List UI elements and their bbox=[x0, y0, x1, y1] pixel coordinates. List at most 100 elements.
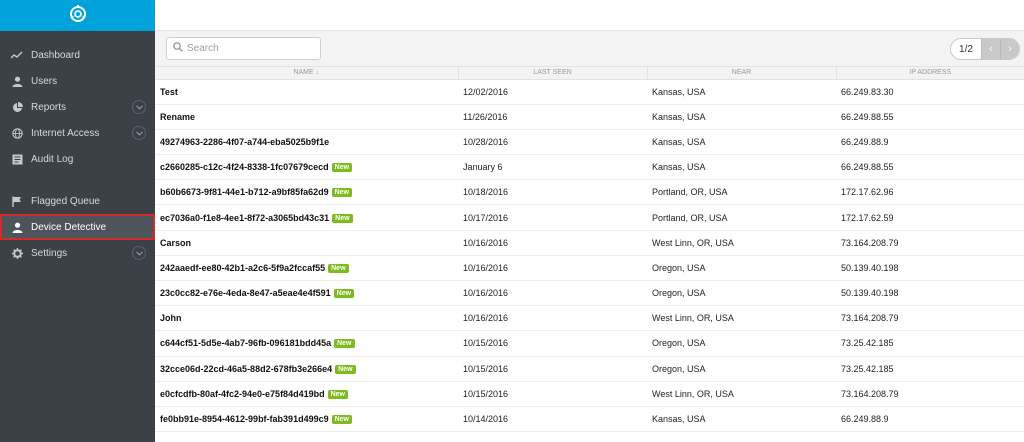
table-row[interactable]: e0cfcdfb-80af-4fc2-94e0-e75f84d419bd New 1… bbox=[155, 381, 1024, 407]
device-name[interactable]: John bbox=[160, 313, 182, 323]
device-name-cell[interactable]: e0cfcdfb-80af-4fc2-94e0-e75f84d419bd New bbox=[155, 381, 458, 407]
table-row[interactable]: fe0bb91e-8954-4612-99bf-fab391d499c9 New 1… bbox=[155, 406, 1024, 433]
last-seen-cell: 10/18/2016 bbox=[458, 179, 647, 206]
column-header-ip-address[interactable]: IP ADDRESS bbox=[836, 67, 1024, 80]
device-name-cell[interactable]: Test bbox=[155, 79, 458, 105]
table-row[interactable]: ec7036a0-f1e8-4ee1-8f72-a3065bd43c31 New 1… bbox=[155, 204, 1024, 231]
sidebar-item-flagged-queue[interactable]: Flagged Queue bbox=[0, 188, 155, 214]
device-name[interactable]: Rename bbox=[160, 112, 195, 122]
search-input[interactable] bbox=[187, 43, 312, 54]
new-badge: New bbox=[328, 263, 349, 273]
table-header-row: NAME ↓ LAST SEEN NEAR IP ADDRESS bbox=[155, 67, 1024, 80]
last-seen-cell: 10/16/2016 bbox=[458, 305, 647, 332]
ip-address-cell: 66.249.88.55 bbox=[836, 154, 1024, 181]
column-header-last-seen[interactable]: LAST SEEN bbox=[458, 67, 648, 80]
logo-bar bbox=[0, 0, 155, 31]
table-row[interactable]: Test 12/02/2016 Kansas, USA 66.249.83.30 bbox=[155, 79, 1024, 105]
table-row[interactable]: 242aaedf-ee80-42b1-a2c6-5f9a2fccaf55 New 1… bbox=[155, 255, 1024, 282]
near-cell: Oregon, USA bbox=[647, 280, 836, 307]
globe-icon bbox=[11, 127, 23, 139]
search-icon bbox=[173, 42, 183, 55]
near-cell: Kansas, USA bbox=[647, 104, 836, 130]
device-name[interactable]: 23c0cc82-e76e-4eda-8e47-a5eae4e4f591 bbox=[160, 288, 331, 298]
near-cell: Oregon, USA bbox=[647, 330, 836, 357]
table-row[interactable]: 49274963-2286-4f07-a744-eba5025b9f1e 10/2… bbox=[155, 129, 1024, 156]
sidebar-item-settings[interactable]: Settings bbox=[0, 240, 155, 266]
new-badge: New bbox=[333, 289, 355, 299]
near-cell: Kansas, USA bbox=[647, 79, 836, 105]
device-name-cell[interactable]: 23c0cc82-e76e-4eda-8e47-a5eae4e4f591 New bbox=[155, 280, 458, 307]
column-header-near[interactable]: NEAR bbox=[647, 67, 837, 80]
near-cell: Oregon, USA bbox=[647, 255, 836, 282]
table-row[interactable]: c2660285-c12c-4f24-8338-1fc07679cecd New J… bbox=[155, 154, 1024, 181]
device-name-cell[interactable]: John bbox=[155, 305, 458, 332]
ip-address-cell: 73.164.208.79 bbox=[836, 230, 1024, 256]
top-bar bbox=[155, 0, 1024, 31]
device-name[interactable]: 242aaedf-ee80-42b1-a2c6-5f9a2fccaf55 bbox=[160, 263, 325, 273]
chart-line-icon bbox=[11, 49, 23, 61]
device-name-cell[interactable]: Rename bbox=[155, 104, 458, 130]
sidebar-item-users[interactable]: Users bbox=[0, 68, 155, 94]
near-cell: Portland, OR, USA bbox=[647, 179, 836, 206]
table-row[interactable]: c644cf51-5d5e-4ab7-96fb-096181bdd45a New 1… bbox=[155, 330, 1024, 357]
near-cell: West Linn, OR, USA bbox=[647, 381, 836, 407]
last-seen-cell: 10/15/2016 bbox=[458, 330, 647, 357]
table-row[interactable]: 23c0cc82-e76e-4eda-8e47-a5eae4e4f591 New 1… bbox=[155, 280, 1024, 307]
chevron-down-icon[interactable] bbox=[132, 246, 146, 260]
device-name-cell[interactable]: Carson bbox=[155, 230, 458, 256]
device-name-cell[interactable]: 32cce06d-22cd-46a5-88d2-678fb3e266e4 New bbox=[155, 356, 458, 382]
device-name-cell[interactable]: c2660285-c12c-4f24-8338-1fc07679cecd New bbox=[155, 154, 458, 181]
last-seen-cell: January 6 bbox=[458, 154, 647, 181]
device-name-cell[interactable]: c644cf51-5d5e-4ab7-96fb-096181bdd45a New bbox=[155, 330, 458, 357]
table-row[interactable]: John 10/16/2016 West Linn, OR, USA 73.164.2… bbox=[155, 305, 1024, 332]
chevron-left-icon[interactable]: ‹ bbox=[981, 39, 1000, 59]
device-name-cell[interactable]: 49274963-2286-4f07-a744-eba5025b9f1e bbox=[155, 129, 458, 156]
chevron-right-icon[interactable]: › bbox=[1000, 39, 1019, 59]
device-name[interactable]: 32cce06d-22cd-46a5-88d2-678fb3e266e4 bbox=[160, 364, 332, 374]
device-name-cell[interactable]: 242aaedf-ee80-42b1-a2c6-5f9a2fccaf55 New bbox=[155, 255, 458, 282]
near-cell: Kansas, USA bbox=[647, 129, 836, 156]
column-header-name[interactable]: NAME ↓ bbox=[155, 67, 459, 80]
last-seen-cell: 10/14/2016 bbox=[458, 406, 647, 433]
ip-address-cell: 73.164.208.79 bbox=[836, 381, 1024, 407]
last-seen-cell: 10/16/2016 bbox=[458, 230, 647, 256]
device-name[interactable]: b60b6673-9f81-44e1-b712-a9bf85fa62d9 bbox=[160, 187, 329, 197]
sidebar-item-audit-log[interactable]: Audit Log bbox=[0, 146, 155, 172]
last-seen-cell: 10/16/2016 bbox=[458, 280, 647, 307]
table-row[interactable]: 32cce06d-22cd-46a5-88d2-678fb3e266e4 New 1… bbox=[155, 356, 1024, 382]
sidebar-item-reports[interactable]: Reports bbox=[0, 94, 155, 120]
sidebar-item-device-detective[interactable]: Device Detective bbox=[0, 214, 155, 240]
sidebar-nav: Dashboard Users Reports Internet Access bbox=[0, 42, 155, 266]
new-badge: New bbox=[331, 188, 353, 198]
device-name-cell[interactable]: b60b6673-9f81-44e1-b712-a9bf85fa62d9 New bbox=[155, 179, 458, 206]
device-name[interactable]: Test bbox=[160, 87, 178, 97]
device-name[interactable]: fe0bb91e-8954-4612-99bf-fab391d499c9 bbox=[160, 414, 329, 424]
device-name[interactable]: c644cf51-5d5e-4ab7-96fb-096181bdd45a bbox=[160, 338, 331, 348]
sidebar-item-label: Flagged Queue bbox=[31, 195, 100, 207]
device-name[interactable]: e0cfcdfb-80af-4fc2-94e0-e75f84d419bd bbox=[160, 389, 325, 399]
chevron-down-icon[interactable] bbox=[132, 100, 146, 114]
devices-table: NAME ↓ LAST SEEN NEAR IP ADDRESS Test 12/… bbox=[155, 67, 1024, 433]
device-name-cell[interactable]: ec7036a0-f1e8-4ee1-8f72-a3065bd43c31 New bbox=[155, 204, 458, 231]
logo-icon[interactable] bbox=[68, 4, 88, 27]
table-row[interactable]: b60b6673-9f81-44e1-b712-a9bf85fa62d9 New 1… bbox=[155, 179, 1024, 206]
device-name[interactable]: 49274963-2286-4f07-a744-eba5025b9f1e bbox=[160, 137, 329, 147]
ip-address-cell: 66.249.88.9 bbox=[836, 406, 1024, 433]
ip-address-cell: 172.17.62.96 bbox=[836, 179, 1024, 206]
device-name[interactable]: ec7036a0-f1e8-4ee1-8f72-a3065bd43c31 bbox=[160, 213, 329, 223]
table-row[interactable]: Carson 10/16/2016 West Linn, OR, USA 73.164… bbox=[155, 230, 1024, 256]
table-row[interactable]: Rename 11/26/2016 Kansas, USA 66.249.88.55 bbox=[155, 104, 1024, 130]
device-name[interactable]: Carson bbox=[160, 238, 191, 248]
sidebar-item-dashboard[interactable]: Dashboard bbox=[0, 42, 155, 68]
pie-chart-icon bbox=[11, 101, 23, 113]
pagination: 1/2 ‹ › bbox=[950, 38, 1020, 60]
chevron-down-icon[interactable] bbox=[132, 126, 146, 140]
last-seen-cell: 10/16/2016 bbox=[458, 255, 647, 282]
device-name[interactable]: c2660285-c12c-4f24-8338-1fc07679cecd bbox=[160, 162, 329, 172]
device-name-cell[interactable]: fe0bb91e-8954-4612-99bf-fab391d499c9 New bbox=[155, 406, 458, 433]
sidebar-item-internet-access[interactable]: Internet Access bbox=[0, 120, 155, 146]
near-cell: Kansas, USA bbox=[647, 154, 836, 181]
table-body: Test 12/02/2016 Kansas, USA 66.249.83.30 Ren… bbox=[155, 79, 1024, 433]
sidebar-item-label: Settings bbox=[31, 247, 68, 259]
search-box[interactable] bbox=[166, 37, 321, 60]
